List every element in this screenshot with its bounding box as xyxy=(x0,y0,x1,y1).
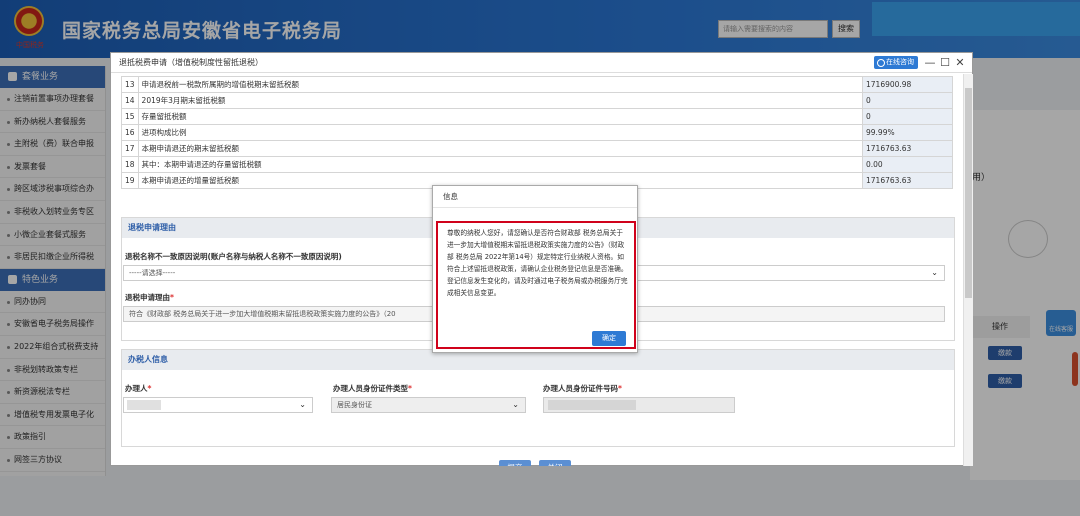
required-mark: * xyxy=(147,384,152,393)
scrollbar-thumb[interactable] xyxy=(965,88,972,298)
handler-select[interactable]: ⌄ xyxy=(123,397,313,413)
row-value: 1716900.98 xyxy=(862,76,953,93)
row-value: 0 xyxy=(862,108,953,125)
table-row: 14 2019年3月期末留抵税额 0 xyxy=(121,92,953,109)
confirm-button[interactable]: 确定 xyxy=(592,331,626,346)
close-button[interactable]: 关闭 xyxy=(539,460,571,466)
row-value: 99.99% xyxy=(862,124,953,141)
required-mark: * xyxy=(170,293,174,302)
row-value: 1716763.63 xyxy=(862,140,953,157)
row-number: 14 xyxy=(121,92,139,109)
refund-amount-table: 13 申请退税前一税款所属期的增值税期末留抵税额 1716900.98 14 2019… xyxy=(121,76,953,189)
id-number-label: 办理人员身份证件号码* xyxy=(543,383,622,394)
row-label: 2019年3月期末留抵税额 xyxy=(137,92,864,109)
minimize-icon[interactable]: — xyxy=(924,53,936,73)
maximize-icon[interactable]: ☐ xyxy=(939,53,951,73)
label-text: 退税申请理由 xyxy=(125,293,170,302)
row-label: 本期申请退还的期末留抵税额 xyxy=(137,140,864,157)
row-label: 申请退税前一税款所属期的增值税期末留抵税额 xyxy=(137,76,864,93)
row-number: 15 xyxy=(121,108,139,125)
row-label: 其中：本期申请退还的存量留抵税额 xyxy=(137,156,864,173)
row-value: 0.00 xyxy=(862,156,953,173)
online-consult-button[interactable]: 在线咨询 xyxy=(874,56,918,69)
mismatch-reason-label: 退税名称不一致原因说明(账户名称与纳税人名称不一致原因说明) xyxy=(125,252,342,261)
masked-value xyxy=(548,400,636,410)
dialog-title: 信息 xyxy=(433,186,637,208)
required-mark: * xyxy=(408,384,412,393)
masked-value xyxy=(127,400,161,410)
select-value: -----请选择----- xyxy=(129,269,176,277)
row-label: 进项构成比例 xyxy=(137,124,864,141)
table-row: 18 其中：本期申请退还的存量留抵税额 0.00 xyxy=(121,156,953,173)
table-row: 15 存量留抵税额 0 xyxy=(121,108,953,125)
id-type-label: 办理人员身份证件类型* xyxy=(333,383,412,394)
row-number: 19 xyxy=(121,172,139,189)
modal-scrollbar[interactable] xyxy=(963,74,973,466)
chevron-down-icon: ⌄ xyxy=(512,400,519,409)
id-type-select[interactable]: 居民身份证 ⌄ xyxy=(331,397,526,413)
table-row: 16 进项构成比例 99.99% xyxy=(121,124,953,141)
label-text: 办理人 xyxy=(125,384,148,393)
row-number: 16 xyxy=(121,124,139,141)
chevron-down-icon: ⌄ xyxy=(299,400,306,409)
submit-button[interactable]: 提交 xyxy=(499,460,531,466)
table-row: 13 申请退税前一税款所属期的增值税期末留抵税额 1716900.98 xyxy=(121,76,953,93)
required-mark: * xyxy=(618,384,622,393)
row-label: 存量留抵税额 xyxy=(137,108,864,125)
modal-title-bar: 退抵税费申请（增值税制度性留抵退税） 在线咨询 — ☐ ✕ xyxy=(111,53,972,73)
table-row: 17 本期申请退还的期末留抵税额 1716763.63 xyxy=(121,140,953,157)
row-value: 1716763.63 xyxy=(862,172,953,189)
row-number: 17 xyxy=(121,140,139,157)
select-value: 居民身份证 xyxy=(337,401,372,409)
modal-title: 退抵税费申请（增值税制度性留抵退税） xyxy=(119,58,263,67)
label-text: 办理人员身份证件号码 xyxy=(543,384,618,393)
close-icon[interactable]: ✕ xyxy=(954,53,966,73)
handler-label: 办理人* xyxy=(125,383,151,394)
dialog-message: 尊敬的纳税人您好，请您确认是否符合财政部 税务总局关于进一步加大增值税期末留抵退… xyxy=(436,221,636,349)
label-text: 办理人员身份证件类型 xyxy=(333,384,408,393)
refund-reason-label: 退税申请理由* xyxy=(125,292,174,303)
section-header: 办税人信息 xyxy=(122,350,954,370)
row-value: 0 xyxy=(862,92,953,109)
chevron-down-icon: ⌄ xyxy=(931,268,938,277)
id-number-input[interactable] xyxy=(543,397,735,413)
row-number: 13 xyxy=(121,76,139,93)
row-number: 18 xyxy=(121,156,139,173)
info-dialog: 信息 尊敬的纳税人您好，请您确认是否符合财政部 税务总局关于进一步加大增值税期末… xyxy=(432,185,638,353)
